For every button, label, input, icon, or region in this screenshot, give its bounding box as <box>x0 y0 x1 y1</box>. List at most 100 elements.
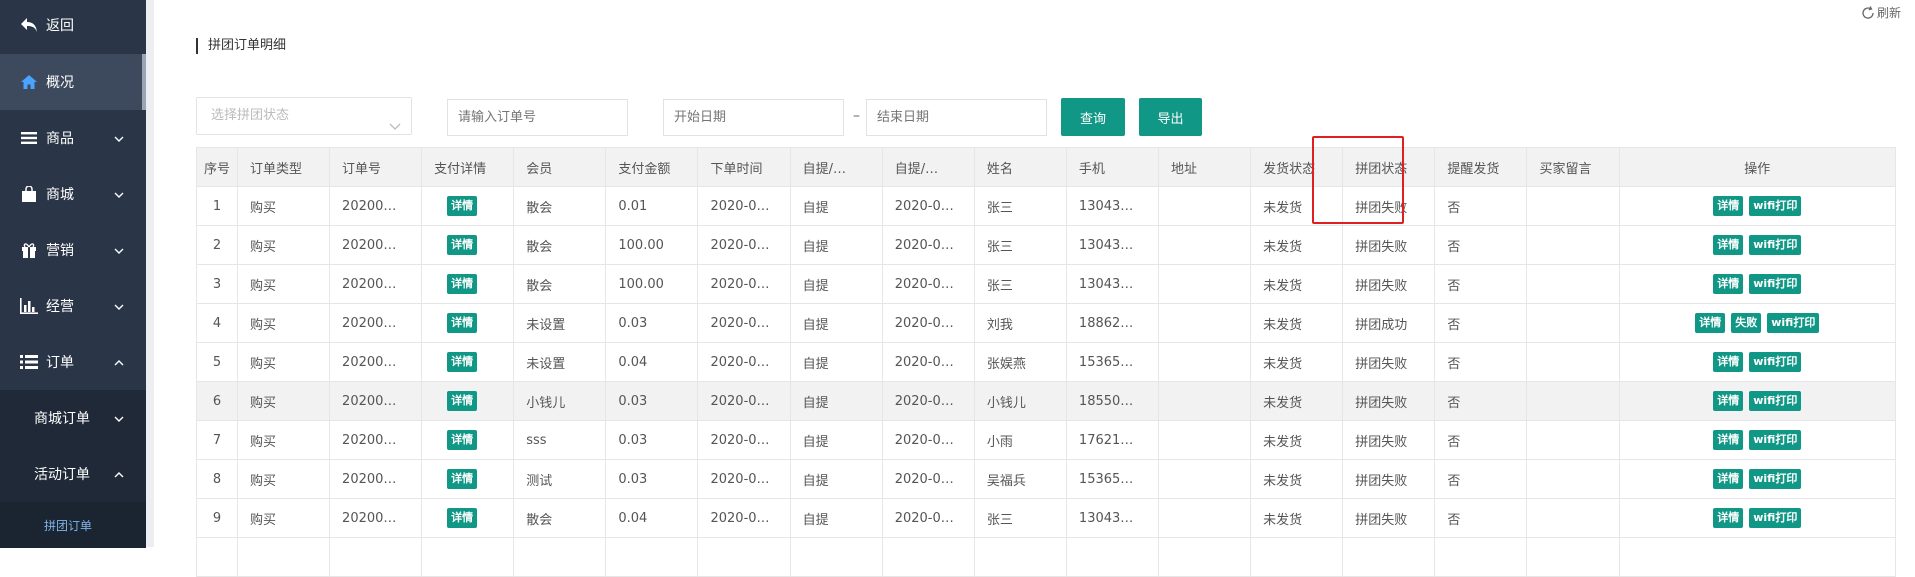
cell-phone: 15365… <box>1065 459 1160 499</box>
pay-detail-button[interactable]: 详情 <box>447 391 478 411</box>
end-date-input[interactable] <box>866 99 1047 136</box>
cell-remind: 否 <box>1434 186 1528 226</box>
sidebar-item-group-orders[interactable]: 拼团订单 <box>0 502 146 548</box>
order-number-input[interactable] <box>447 99 628 136</box>
column-header: 支付金额 <box>605 147 699 187</box>
pay-detail-button[interactable]: 详情 <box>447 196 478 216</box>
pay-detail-cell: 详情 <box>421 420 515 460</box>
cell-time: 2020-0… <box>697 459 791 499</box>
print-action-button[interactable]: wifi打印 <box>1749 430 1802 450</box>
cell-no: 8 <box>196 459 238 499</box>
cell-member: 未设置 <box>513 303 607 343</box>
detail-action-button[interactable]: 详情 <box>1695 313 1726 333</box>
cell-time: 2020-0… <box>697 420 791 460</box>
print-action-button[interactable]: wifi打印 <box>1749 274 1802 294</box>
sidebar: 返回 概况 商品 商城 营销 经营 订单 商城订单 活动订单 拼团订单 <box>0 0 146 548</box>
start-date-input[interactable] <box>663 99 844 136</box>
pay-detail-button[interactable]: 详情 <box>447 352 478 372</box>
query-button[interactable]: 查询 <box>1061 98 1125 136</box>
cell-phone: 13043… <box>1065 186 1160 226</box>
cell-remind: 否 <box>1434 303 1528 343</box>
detail-action-button[interactable]: 详情 <box>1713 508 1744 528</box>
sidebar-item-activity-orders[interactable]: 活动订单 <box>0 446 146 502</box>
cell-order: 20200… <box>329 225 423 265</box>
sidebar-item-goods[interactable]: 商品 <box>0 110 146 166</box>
print-action-button[interactable]: wifi打印 <box>1749 469 1802 489</box>
pay-detail-button[interactable]: 详情 <box>447 313 478 333</box>
sidebar-item-mall[interactable]: 商城 <box>0 166 146 222</box>
print-action-button[interactable]: wifi打印 <box>1749 235 1802 255</box>
print-action-button[interactable]: wifi打印 <box>1749 508 1802 528</box>
cell-remind: 否 <box>1434 225 1528 265</box>
cell-addr <box>1158 498 1252 538</box>
pay-detail-button[interactable]: 详情 <box>447 430 478 450</box>
refresh-button[interactable]: 刷新 <box>1861 4 1901 21</box>
detail-action-button[interactable]: 详情 <box>1713 274 1744 294</box>
pay-detail-cell: 详情 <box>421 186 515 226</box>
cell-group: 拼团失败 <box>1342 225 1436 265</box>
cell-addr <box>1158 225 1252 265</box>
detail-action-button[interactable]: 详情 <box>1713 430 1744 450</box>
fail-action-button[interactable]: 失败 <box>1731 313 1762 333</box>
actions-cell: 详情 wifi打印 <box>1618 225 1897 265</box>
cell-msg <box>1526 342 1620 382</box>
cell-remind <box>1434 537 1528 577</box>
cell-no: 9 <box>196 498 238 538</box>
cell-msg <box>1526 264 1620 304</box>
actions-cell: 详情 wifi打印 <box>1618 420 1897 460</box>
cell-remind: 否 <box>1434 420 1528 460</box>
cell-phone <box>1065 537 1160 577</box>
cell-member: 测试 <box>513 459 607 499</box>
chevron-down-icon <box>389 110 401 146</box>
print-action-button[interactable]: wifi打印 <box>1767 313 1820 333</box>
pay-detail-button[interactable]: 详情 <box>447 508 478 528</box>
table-row: 2 购买 20200… 详情 散会 100.00 2020-0… 自提 2020-0… 张三 130… <box>196 225 1897 265</box>
cell-type: 购买 <box>236 225 331 265</box>
sidebar-item-overview[interactable]: 概况 <box>0 54 146 110</box>
export-button[interactable]: 导出 <box>1139 98 1202 136</box>
detail-action-button[interactable]: 详情 <box>1713 469 1744 489</box>
cell-order: 20200… <box>329 420 423 460</box>
detail-action-button[interactable]: 详情 <box>1713 235 1744 255</box>
pay-detail-button[interactable]: 详情 <box>447 469 478 489</box>
cell-phone: 18550… <box>1065 381 1160 421</box>
sidebar-item-mall-orders[interactable]: 商城订单 <box>0 390 146 446</box>
cell-time: 2020-0… <box>697 342 791 382</box>
cell-type: 购买 <box>236 459 331 499</box>
pay-detail-cell: 详情 <box>421 225 515 265</box>
pay-detail-button[interactable]: 详情 <box>447 274 478 294</box>
sidebar-label-overview: 概况 <box>46 75 74 91</box>
home-icon <box>18 73 40 91</box>
cell-ship <box>1250 537 1344 577</box>
detail-action-button[interactable]: 详情 <box>1713 196 1744 216</box>
sidebar-item-business[interactable]: 经营 <box>0 278 146 334</box>
print-action-button[interactable]: wifi打印 <box>1749 352 1802 372</box>
cell-order <box>329 537 423 577</box>
cell-addr <box>1158 381 1252 421</box>
cell-name: 张三 <box>973 498 1067 538</box>
print-action-button[interactable]: wifi打印 <box>1749 196 1802 216</box>
cell-ship: 未发货 <box>1250 498 1344 538</box>
table-row: 1 购买 20200… 详情 散会 0.01 2020-0… 自提 2020-0… 张三 13043… <box>196 186 1897 226</box>
cell-type: 购买 <box>236 186 331 226</box>
actions-cell: 详情 wifi打印 <box>1618 186 1897 226</box>
pay-detail-button[interactable]: 详情 <box>447 235 478 255</box>
column-header: 操作 <box>1618 147 1897 187</box>
group-status-select[interactable]: 选择拼团状态 <box>196 97 412 135</box>
table-row <box>196 537 1897 577</box>
cell-phone: 15365… <box>1065 342 1160 382</box>
pay-detail-cell: 详情 <box>421 264 515 304</box>
sidebar-item-orders[interactable]: 订单 <box>0 334 146 390</box>
sidebar-item-marketing[interactable]: 营销 <box>0 222 146 278</box>
cell-ship: 未发货 <box>1250 225 1344 265</box>
cell-ship: 未发货 <box>1250 264 1344 304</box>
group-status-placeholder: 选择拼团状态 <box>211 108 290 123</box>
back-button[interactable]: 返回 <box>0 0 146 50</box>
detail-action-button[interactable]: 详情 <box>1713 352 1744 372</box>
print-action-button[interactable]: wifi打印 <box>1749 391 1802 411</box>
orders-table: 序号 订单类型 订单号 支付详情 会员 支付金额 下单时间 自提/… 自提/… 姓名 手机 地址 发货状… <box>196 147 1897 577</box>
cell-member: 散会 <box>513 498 607 538</box>
cell-group <box>1342 537 1436 577</box>
cell-phone: 17621… <box>1065 420 1160 460</box>
detail-action-button[interactable]: 详情 <box>1713 391 1744 411</box>
